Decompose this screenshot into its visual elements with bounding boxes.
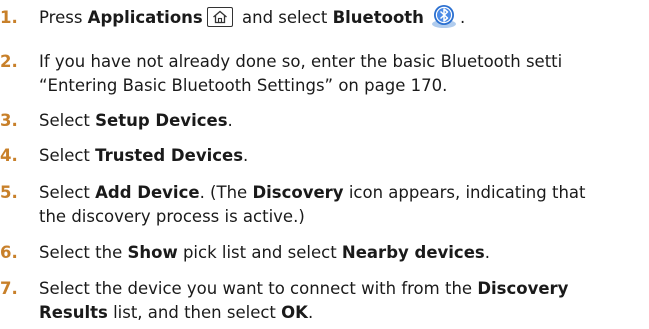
step-text-part: . (The xyxy=(199,183,253,202)
instruction-steps-list: 1. Press Applications and select Bluetoo… xyxy=(0,0,649,329)
bluetooth-label: Bluetooth xyxy=(332,8,424,27)
step-text: Select Add Device. (The Discovery icon a… xyxy=(39,181,586,229)
step-number: 6. xyxy=(0,243,18,262)
step-text-part: Select xyxy=(39,183,96,202)
step-text-part: list, and then select xyxy=(107,303,282,322)
step-number: 5. xyxy=(0,183,18,202)
step-text-part: Select the device you want to connect wi… xyxy=(39,279,478,298)
step-text-part: and select xyxy=(236,8,333,27)
step-number: 1. xyxy=(0,8,18,27)
trusted-devices-label: Trusted Devices xyxy=(95,146,244,165)
discovery-label: Discovery xyxy=(477,279,569,298)
step-text: Select the device you want to connect wi… xyxy=(39,277,568,325)
results-label: Results xyxy=(39,303,108,322)
step-text-part: . xyxy=(243,146,249,165)
ok-label: OK xyxy=(281,303,308,322)
step-text-part: Press xyxy=(39,8,88,27)
step-text-part: . xyxy=(459,8,466,27)
step-number: 2. xyxy=(0,52,18,71)
home-icon xyxy=(206,7,233,27)
step-text: Press Applications and select Bluetooth. xyxy=(39,3,466,30)
setup-devices-label: Setup Devices xyxy=(95,111,228,130)
step-text-part: Select the xyxy=(39,243,128,262)
step-text: Select the Show pick list and select Nea… xyxy=(39,241,490,265)
discovery-label: Discovery xyxy=(252,183,344,202)
step-text-part: . xyxy=(227,111,233,130)
step-text-part: . xyxy=(307,303,314,322)
step-text-line: Results list, and then select OK. xyxy=(39,301,568,325)
add-device-label: Add Device xyxy=(95,183,200,202)
step-text: Select Trusted Devices. xyxy=(39,144,248,168)
step-text-part: Select xyxy=(39,146,96,165)
step-text-part: icon appears, indicating that xyxy=(343,183,586,202)
step-number: 7. xyxy=(0,279,18,298)
step-text-line: “Entering Basic Bluetooth Settings” on p… xyxy=(39,76,448,95)
nearby-devices-label: Nearby devices xyxy=(341,243,485,262)
step-text: If you have not already done so, enter t… xyxy=(39,50,562,98)
step-number: 3. xyxy=(0,111,18,130)
step-number: 4. xyxy=(0,146,18,165)
step-text-part: Select xyxy=(39,111,96,130)
bluetooth-icon xyxy=(430,3,458,29)
step-text: Select Setup Devices. xyxy=(39,109,233,133)
step-text-line: If you have not already done so, enter t… xyxy=(39,52,563,71)
applications-label: Applications xyxy=(87,8,203,27)
step-text-part: . xyxy=(484,243,490,262)
step-text-line: the discovery process is active.) xyxy=(39,207,305,226)
show-label: Show xyxy=(127,243,178,262)
step-text-part: pick list and select xyxy=(177,243,342,262)
